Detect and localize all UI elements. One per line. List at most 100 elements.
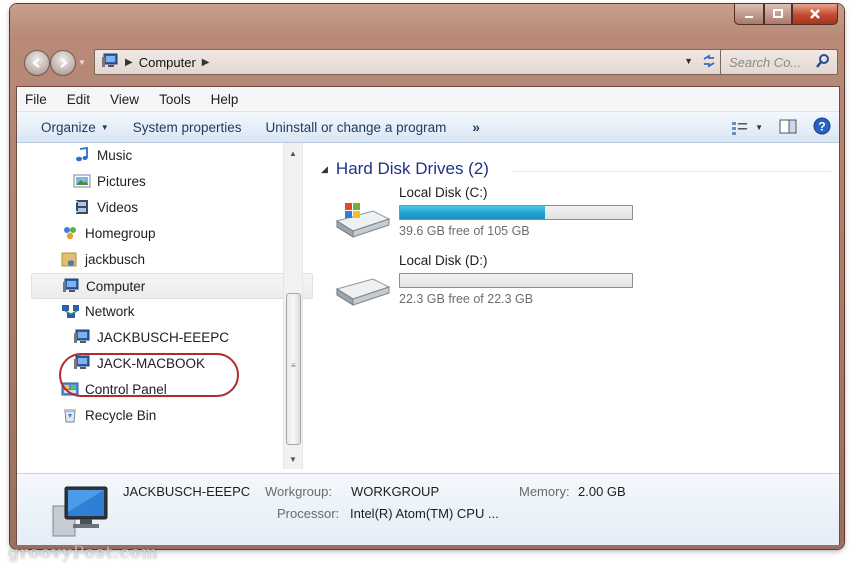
- search-placeholder: Search Co...: [729, 54, 802, 70]
- help-icon: ?: [813, 117, 831, 135]
- details-computer-name: JACKBUSCH-EEEPC: [123, 484, 251, 499]
- group-title: Hard Disk Drives (2): [335, 159, 489, 178]
- maximize-button[interactable]: [764, 4, 792, 25]
- tree-item-label: Homegroup: [85, 225, 156, 241]
- network-icon: [61, 302, 79, 320]
- explorer-window: ▼ ▶ Computer ▶ ▼ Search Co... File Edit …: [10, 4, 844, 549]
- tree-item-homegroup[interactable]: Homegroup: [61, 221, 156, 245]
- minimize-button[interactable]: [734, 4, 764, 25]
- highlight-annotation: [59, 353, 239, 397]
- preview-pane-button[interactable]: [779, 119, 797, 137]
- help-button[interactable]: ?: [813, 117, 831, 138]
- tree-item-jackbusch-eeepc[interactable]: JACKBUSCH-EEEPC: [73, 325, 229, 349]
- drive-item[interactable]: Local Disk (C:) 39.6 GB free of 105 GB: [329, 185, 649, 247]
- scrollbar-thumb[interactable]: ≡: [286, 293, 301, 445]
- view-icon: [732, 121, 748, 135]
- close-button[interactable]: [792, 4, 838, 25]
- details-processor-label: Processor:: [277, 506, 340, 521]
- music-note-icon: [73, 146, 91, 164]
- hard-disk-icon: [333, 199, 393, 242]
- chevron-right-icon[interactable]: ▶: [125, 57, 133, 68]
- navigation-row: ▼ ▶ Computer ▶ ▼ Search Co...: [16, 46, 838, 78]
- menu-edit[interactable]: Edit: [57, 92, 100, 107]
- group-header[interactable]: ◢ Hard Disk Drives (2): [321, 159, 489, 179]
- tree-item-label: Computer: [86, 278, 146, 294]
- watermark: groovyPost.com: [8, 543, 159, 563]
- tree-item-pictures[interactable]: Pictures: [73, 169, 146, 193]
- details-processor-value: Intel(R) Atom(TM) CPU ...: [350, 506, 499, 521]
- drive-free-space: 22.3 GB free of 22.3 GB: [399, 292, 534, 306]
- view-controls: ▼ ?: [731, 117, 831, 138]
- drive-free-space: 39.6 GB free of 105 GB: [399, 224, 530, 238]
- tree-item-computer[interactable]: Computer: [31, 273, 313, 299]
- tree-item-recycle-bin[interactable]: Recycle Bin: [61, 403, 156, 427]
- details-pane: JACKBUSCH-EEEPC Workgroup: WORKGROUP Mem…: [17, 473, 839, 545]
- tree-item-music[interactable]: Music: [73, 143, 132, 167]
- scroll-down-icon[interactable]: ▼: [284, 451, 302, 467]
- computer-icon: [62, 277, 80, 295]
- hard-disk-icon: [333, 267, 393, 310]
- window-client-area: File Edit View Tools Help Organize ▼ Syst…: [16, 86, 840, 545]
- back-button[interactable]: [24, 50, 50, 76]
- uninstall-program-button[interactable]: Uninstall or change a program: [254, 120, 459, 135]
- drive-item[interactable]: Local Disk (D:) 22.3 GB free of 22.3 GB: [329, 253, 649, 315]
- pane-divider[interactable]: [302, 143, 303, 469]
- videos-icon: [73, 198, 91, 216]
- window-controls: [734, 4, 838, 26]
- menu-help[interactable]: Help: [201, 92, 249, 107]
- tree-item-label: jackbusch: [85, 251, 146, 267]
- change-view-button[interactable]: ▼: [731, 121, 763, 135]
- tree-item-label: Network: [85, 303, 135, 319]
- maximize-icon: [773, 9, 783, 18]
- address-bar[interactable]: ▶ Computer ▶ ▼: [94, 49, 724, 75]
- homegroup-icon: [61, 224, 79, 242]
- drive-usage-fill: [400, 206, 545, 219]
- menu-file[interactable]: File: [17, 92, 57, 107]
- content-pane: ◢ Hard Disk Drives (2) Local Disk (C:) 39…: [307, 143, 837, 469]
- navigation-pane-scrollbar[interactable]: ▲ ≡ ▼: [283, 143, 302, 469]
- forward-arrow-icon: [60, 58, 68, 68]
- organize-button[interactable]: Organize ▼: [17, 120, 121, 135]
- preview-pane-icon: [779, 119, 797, 133]
- details-workgroup-label: Workgroup:: [265, 484, 332, 499]
- organize-label: Organize: [41, 119, 96, 135]
- close-icon: [810, 9, 820, 19]
- details-memory-label: Memory:: [519, 484, 570, 499]
- computer-icon: [73, 328, 91, 346]
- tree-item-network[interactable]: Network: [61, 299, 135, 323]
- grip-icon: ≡: [291, 361, 296, 370]
- refresh-icon[interactable]: [699, 53, 719, 69]
- drive-name: Local Disk (C:): [399, 185, 488, 200]
- tree-item-label: Music: [97, 147, 133, 163]
- chevron-right-icon[interactable]: ▶: [202, 57, 210, 68]
- command-bar: Organize ▼ System properties Uninstall or…: [17, 112, 839, 143]
- navigation-pane: Music Pictures Videos Homegroup jackbusch Com…: [17, 143, 313, 469]
- more-commands-button[interactable]: »: [458, 120, 492, 135]
- menu-bar: File Edit View Tools Help: [17, 87, 839, 112]
- tree-item-videos[interactable]: Videos: [73, 195, 138, 219]
- drive-name: Local Disk (D:): [399, 253, 488, 268]
- drive-usage-bar: [399, 273, 633, 288]
- breadcrumb-computer[interactable]: Computer: [139, 55, 196, 70]
- drive-usage-bar: [399, 205, 633, 220]
- search-box[interactable]: Search Co...: [720, 49, 838, 75]
- back-arrow-icon: [32, 58, 40, 68]
- details-memory-value: 2.00 GB: [578, 484, 626, 499]
- tree-item-label: Recycle Bin: [85, 407, 157, 423]
- system-properties-button[interactable]: System properties: [121, 120, 254, 135]
- chevron-down-icon: ▼: [100, 122, 109, 132]
- collapse-triangle-icon[interactable]: ◢: [321, 164, 328, 175]
- svg-text:?: ?: [818, 120, 825, 134]
- tree-item-jackbusch[interactable]: jackbusch: [61, 247, 145, 271]
- menu-view[interactable]: View: [100, 92, 149, 107]
- menu-tools[interactable]: Tools: [149, 92, 201, 107]
- address-dropdown-icon[interactable]: ▼: [684, 56, 693, 66]
- recent-pages-dropdown[interactable]: ▼: [78, 58, 86, 67]
- tree-item-label: JACKBUSCH-EEEPC: [97, 329, 230, 345]
- search-icon[interactable]: [815, 53, 831, 72]
- tree-item-label: Pictures: [97, 173, 146, 189]
- forward-button[interactable]: [50, 50, 76, 76]
- recycle-bin-icon: [61, 406, 79, 424]
- computer-icon: [101, 53, 119, 72]
- scroll-up-icon[interactable]: ▲: [284, 145, 302, 161]
